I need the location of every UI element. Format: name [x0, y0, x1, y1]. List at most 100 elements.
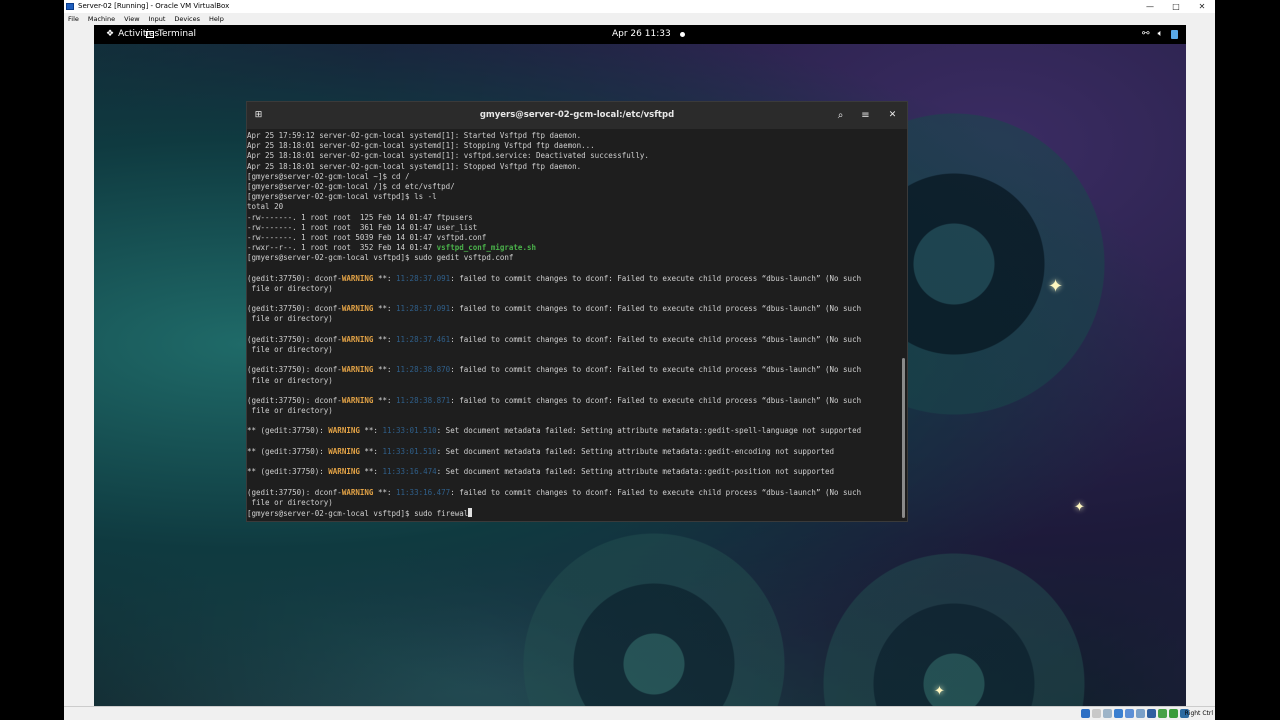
menu-file[interactable]: File: [68, 13, 79, 25]
recording-icon[interactable]: [1158, 709, 1167, 718]
log-separator: **:: [359, 467, 383, 477]
app-menu-terminal[interactable]: Terminal: [146, 25, 196, 44]
audio-icon[interactable]: [1103, 709, 1112, 718]
line-text: Apr 25 18:18:01 server-02-gcm-local syst…: [247, 141, 595, 151]
terminal-line: ** (gedit:37750): WARNING **: 11:33:01.5…: [247, 447, 899, 457]
terminal-line: -rwxr--r--. 1 root root 352 Feb 14 01:47…: [247, 243, 899, 253]
terminal-title: gmyers@server-02-gcm-local:/etc/vsftpd: [479, 110, 675, 120]
network-adapter-icon[interactable]: [1114, 709, 1123, 718]
line-text: [gmyers@server-02-gcm-local vsftpd]$ ls …: [247, 192, 437, 202]
terminal-line: (gedit:37750): dconf-WARNING **: 11:28:3…: [247, 335, 899, 345]
terminal-line: (gedit:37750): dconf-WARNING **: 11:28:3…: [247, 274, 899, 284]
search-icon[interactable]: ⌕: [832, 107, 849, 124]
log-message: : Set document metadata failed: Setting …: [436, 446, 835, 456]
warning-tag: WARNING: [341, 304, 374, 314]
terminal-line: file or directory): [247, 284, 899, 294]
terminal-line: total 20: [247, 202, 899, 212]
warning-tag: WARNING: [341, 334, 374, 344]
warning-tag: WARNING: [341, 395, 374, 405]
log-prefix: (gedit:37750): dconf-: [247, 334, 342, 344]
log-timestamp: 11:28:38.871: [396, 395, 451, 405]
line-text: file or directory): [247, 497, 333, 507]
usb-icon[interactable]: [1125, 709, 1134, 718]
hard-disk-icon[interactable]: [1081, 709, 1090, 718]
log-separator: **:: [373, 395, 397, 405]
warning-tag: WARNING: [341, 273, 374, 283]
new-tab-icon[interactable]: ⊞: [250, 107, 267, 124]
log-prefix: (gedit:37750): dconf-: [247, 273, 342, 283]
log-timestamp: 11:28:37.461: [396, 334, 451, 344]
shared-folders-icon[interactable]: [1136, 709, 1145, 718]
menu-machine[interactable]: Machine: [88, 13, 115, 25]
log-prefix: ** (gedit:37750):: [247, 426, 329, 436]
log-separator: **:: [373, 334, 397, 344]
minimize-button[interactable]: —: [1137, 0, 1163, 13]
log-message: : Set document metadata failed: Setting …: [436, 467, 835, 477]
optical-drive-icon[interactable]: [1092, 709, 1101, 718]
guest-screen[interactable]: ❖ Activities Terminal Apr 26 11:33 ⚯ 🔈︎ …: [94, 25, 1186, 707]
log-timestamp: 11:28:37.091: [396, 273, 451, 283]
log-separator: **:: [359, 426, 383, 436]
log-timestamp: 11:33:16.477: [396, 487, 451, 497]
virtualbox-app-icon: [66, 3, 74, 10]
terminal-output[interactable]: Apr 25 17:59:12 server-02-gcm-local syst…: [247, 131, 899, 521]
gnome-top-bar: ❖ Activities Terminal Apr 26 11:33 ⚯ 🔈︎: [94, 25, 1186, 44]
line-text: Apr 25 18:18:01 server-02-gcm-local syst…: [247, 161, 582, 171]
menu-view[interactable]: View: [124, 13, 139, 25]
warning-tag: WARNING: [328, 426, 360, 436]
terminal-line: file or directory): [247, 314, 899, 324]
line-text: file or directory): [247, 375, 333, 385]
log-separator: **:: [373, 304, 397, 314]
log-timestamp: 11:28:38.870: [396, 365, 451, 375]
line-text: file or directory): [247, 283, 333, 293]
terminal-line: ** (gedit:37750): WARNING **: 11:33:16.4…: [247, 467, 899, 477]
display-icon[interactable]: [1147, 709, 1156, 718]
clock[interactable]: Apr 26 11:33: [612, 25, 671, 44]
close-window-button[interactable]: ✕: [1189, 0, 1215, 13]
log-prefix: (gedit:37750): dconf-: [247, 365, 342, 375]
log-prefix: (gedit:37750): dconf-: [247, 487, 342, 497]
terminal-line: [gmyers@server-02-gcm-local /]$ cd etc/v…: [247, 182, 899, 192]
terminal-window[interactable]: ⊞ gmyers@server-02-gcm-local:/etc/vsftpd…: [246, 101, 908, 522]
terminal-line: (gedit:37750): dconf-WARNING **: 11:33:1…: [247, 488, 899, 498]
log-separator: **:: [359, 446, 383, 456]
terminal-line: (gedit:37750): dconf-WARNING **: 11:28:3…: [247, 396, 899, 406]
maximize-button[interactable]: □: [1163, 0, 1189, 13]
line-text: [gmyers@server-02-gcm-local ~]$ cd /: [247, 171, 410, 181]
line-text: -rw-------. 1 root root 5039 Feb 14 01:4…: [247, 232, 487, 242]
log-message: : failed to commit changes to dconf: Fai…: [450, 304, 862, 314]
log-timestamp: 11:33:16.474: [382, 467, 437, 477]
cpu-icon[interactable]: [1169, 709, 1178, 718]
menu-help[interactable]: Help: [209, 13, 224, 25]
log-message: : failed to commit changes to dconf: Fai…: [450, 395, 862, 405]
host-key-label: Right Ctrl: [1184, 710, 1213, 717]
virtualbox-titlebar: Server-02 [Running] - Oracle VM VirtualB…: [64, 0, 1215, 13]
log-timestamp: 11:33:01.510: [382, 426, 437, 436]
terminal-line: [gmyers@server-02-gcm-local vsftpd]$ ls …: [247, 192, 899, 202]
log-separator: **:: [373, 365, 397, 375]
terminal-line: -rw-------. 1 root root 125 Feb 14 01:47…: [247, 213, 899, 223]
line-text: file or directory): [247, 344, 333, 354]
terminal-line: file or directory): [247, 406, 899, 416]
line-text: [gmyers@server-02-gcm-local /]$ cd etc/v…: [247, 181, 455, 191]
window-title: Server-02 [Running] - Oracle VM VirtualB…: [78, 2, 230, 10]
system-tray[interactable]: ⚯ 🔈︎: [1142, 25, 1178, 44]
close-icon[interactable]: ✕: [884, 107, 901, 124]
virtualbox-menubar: File Machine View Input Devices Help: [64, 13, 1215, 25]
log-prefix: (gedit:37750): dconf-: [247, 304, 342, 314]
star-sparkle: ✦: [934, 684, 945, 699]
terminal-line: (gedit:37750): dconf-WARNING **: 11:28:3…: [247, 304, 899, 314]
terminal-line: ** (gedit:37750): WARNING **: 11:33:01.5…: [247, 426, 899, 436]
log-message: : failed to commit changes to dconf: Fai…: [450, 273, 862, 283]
terminal-scrollbar[interactable]: [902, 358, 905, 518]
line-text: Apr 25 17:59:12 server-02-gcm-local syst…: [247, 131, 582, 140]
hamburger-menu-icon[interactable]: ≡: [857, 107, 874, 124]
terminal-headerbar: ⊞ gmyers@server-02-gcm-local:/etc/vsftpd…: [247, 102, 907, 129]
menu-devices[interactable]: Devices: [174, 13, 200, 25]
menu-input[interactable]: Input: [149, 13, 166, 25]
terminal-icon: [146, 31, 154, 38]
star-sparkle: ✦: [1074, 500, 1085, 515]
